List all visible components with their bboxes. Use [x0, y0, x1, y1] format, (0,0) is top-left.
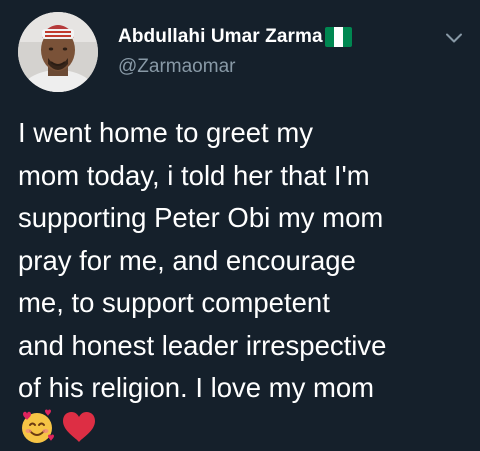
- tweet-card: Abdullahi Umar Zarma @Zarmaomar I went h…: [0, 0, 480, 448]
- tweet-text: I went home to greet my mom today, i tol…: [18, 117, 387, 403]
- smiling-face-with-hearts-icon: [18, 408, 56, 446]
- display-name[interactable]: Abdullahi Umar Zarma: [118, 26, 323, 48]
- nigeria-flag-icon: [324, 27, 352, 47]
- chevron-down-icon[interactable]: [442, 26, 466, 50]
- red-heart-icon: [60, 408, 98, 446]
- author-info: Abdullahi Umar Zarma @Zarmaomar: [118, 24, 352, 78]
- avatar-image: [18, 12, 98, 92]
- display-name-row: Abdullahi Umar Zarma: [118, 24, 352, 50]
- username[interactable]: @Zarmaomar: [118, 56, 352, 78]
- emoji-row: [18, 408, 98, 446]
- tweet-header: Abdullahi Umar Zarma @Zarmaomar: [18, 10, 468, 100]
- avatar[interactable]: [18, 12, 98, 92]
